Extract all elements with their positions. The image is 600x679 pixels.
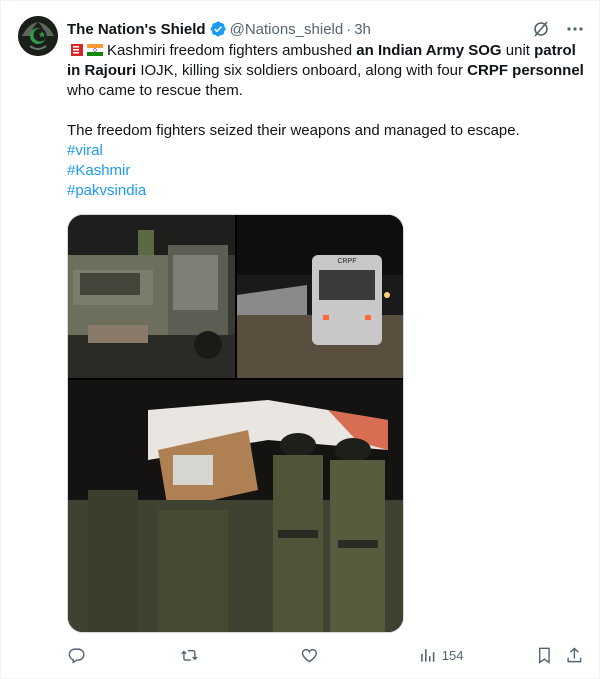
hashtag-link[interactable]: #Kashmir: [67, 161, 587, 181]
avatar[interactable]: [18, 16, 58, 56]
india-flag-icon: [87, 44, 103, 56]
crescent-star-logo-icon: [18, 16, 58, 56]
like-button[interactable]: [300, 645, 319, 665]
text-segment: IOJK, killing six soldiers onboard, alon…: [136, 62, 468, 79]
bold-segment: an Indian Army SOG: [356, 42, 502, 59]
text-segment: unit: [501, 42, 535, 59]
timestamp[interactable]: 3h: [354, 21, 371, 38]
top-actions: [531, 19, 585, 39]
retweet-icon: [181, 649, 198, 661]
tweet-paragraph-2: The freedom fighters seized their weapon…: [67, 122, 520, 139]
more-icon[interactable]: [565, 19, 585, 39]
tweet-card: The Nation's Shield @Nations_shield · 3h…: [0, 0, 600, 679]
author-name[interactable]: The Nation's Shield: [67, 21, 206, 38]
tweet-paragraph-1: Kashmiri freedom fighters ambushed an In…: [67, 41, 587, 101]
text-segment: Kashmiri freedom fighters ambushed: [107, 42, 357, 59]
verified-badge-icon[interactable]: [209, 20, 227, 38]
media-grid: CRPF: [67, 214, 404, 633]
bold-segment: CRPF personnel: [467, 62, 584, 79]
bookmark-button[interactable]: [535, 645, 554, 665]
photo-soldiers-coffin[interactable]: [68, 380, 403, 632]
reply-button[interactable]: [67, 645, 86, 665]
photo-armored-vehicle[interactable]: [68, 215, 235, 378]
like-icon: [301, 648, 317, 663]
retweet-button[interactable]: [180, 645, 199, 665]
separator-dot: ·: [346, 20, 352, 38]
text-segment: who came to rescue them.: [67, 82, 243, 99]
grok-icon[interactable]: [531, 19, 551, 39]
author-handle[interactable]: @Nations_shield: [230, 21, 344, 38]
views-icon: [421, 648, 435, 662]
tweet-text: Kashmiri freedom fighters ambushed an In…: [67, 41, 587, 201]
share-icon: [567, 646, 582, 662]
tweet-header: The Nation's Shield @Nations_shield · 3h: [67, 19, 371, 39]
share-button[interactable]: [565, 645, 584, 665]
views-button[interactable]: 154: [418, 645, 463, 665]
tweet-actions: 154: [67, 645, 587, 665]
vehicle-label: CRPF: [337, 258, 356, 265]
views-count: 154: [441, 647, 464, 663]
photo-crpf-vehicle[interactable]: CRPF: [237, 215, 403, 378]
hashtag-link[interactable]: #viral: [67, 141, 587, 161]
reply-icon: [68, 648, 85, 664]
kashmir-flag-icon: [67, 44, 83, 56]
hashtag-link[interactable]: #pakvsindia: [67, 181, 587, 201]
bookmark-icon: [538, 647, 550, 664]
